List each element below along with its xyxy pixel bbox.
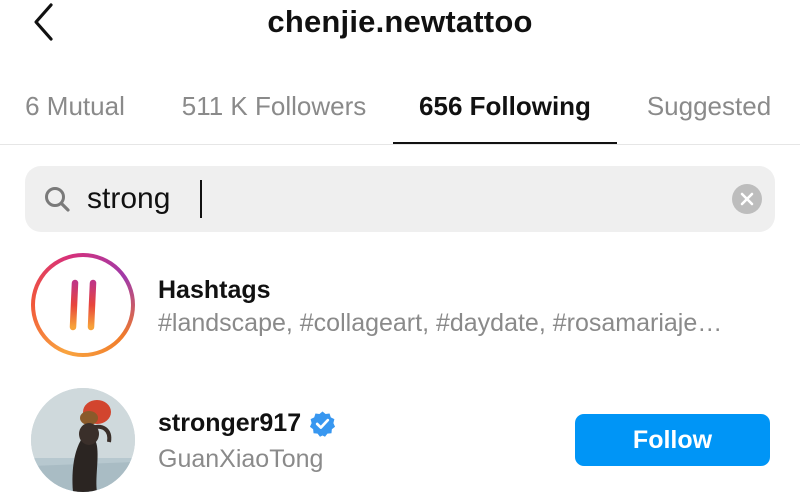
hashtags-title: Hashtags <box>158 276 271 304</box>
hashtag-icon <box>58 279 108 331</box>
hashtag-avatar <box>31 253 135 357</box>
username: stronger917 <box>158 409 302 437</box>
text-caret <box>200 180 202 218</box>
verified-badge-icon <box>310 411 336 437</box>
clear-search-button[interactable] <box>732 184 762 214</box>
follow-button[interactable]: Follow <box>575 414 770 466</box>
page-title: chenjie.newtattoo <box>267 4 533 39</box>
divider <box>0 144 800 145</box>
hashtags-list: #landscape, #collageart, #daydate, #rosa… <box>158 309 723 337</box>
tab-followers[interactable]: 511 K Followers <box>168 78 380 134</box>
tab-suggested[interactable]: Suggested <box>630 78 788 134</box>
tab-bar: 6 Mutual 511 K Followers 656 Following S… <box>0 78 800 144</box>
user-result-row: stronger917 GuanXiaoTong Follow <box>0 386 800 496</box>
search-bar <box>25 166 775 232</box>
header: chenjie.newtattoo <box>0 0 800 46</box>
tab-following[interactable]: 656 Following <box>393 78 617 134</box>
avatar[interactable] <box>31 388 135 492</box>
profile-photo <box>31 388 135 492</box>
tab-mutual[interactable]: 6 Mutual <box>8 78 142 134</box>
clear-icon <box>740 192 754 206</box>
user-full-name: GuanXiaoTong <box>158 445 324 473</box>
user-name-line[interactable]: stronger917 <box>158 409 336 438</box>
following-screen: chenjie.newtattoo 6 Mutual 511 K Followe… <box>0 0 800 501</box>
search-icon <box>45 187 70 212</box>
hashtags-result[interactable]: Hashtags #landscape, #collageart, #dayda… <box>0 250 800 360</box>
search-input[interactable] <box>87 176 707 222</box>
